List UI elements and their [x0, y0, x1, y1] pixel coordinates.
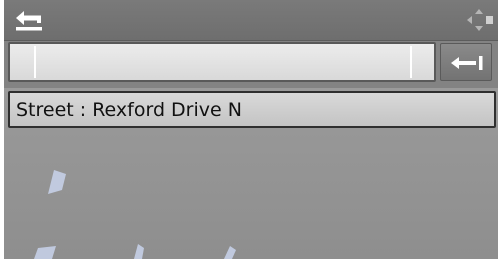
- back-button[interactable]: [10, 6, 50, 34]
- result-item-label: Street : Rexford Drive N: [16, 98, 242, 121]
- header-bar: [4, 0, 498, 41]
- four-way-nav-icon: [467, 9, 493, 31]
- enter-button[interactable]: [440, 43, 492, 81]
- back-arrow-icon: [16, 11, 42, 31]
- results-list: Street : Rexford Drive N: [4, 88, 498, 259]
- result-item[interactable]: Street : Rexford Drive N: [8, 91, 496, 128]
- nav-search-screen: Street : Rexford Drive N: [0, 0, 498, 259]
- search-input[interactable]: [8, 42, 436, 82]
- enter-return-icon: [451, 56, 483, 70]
- nav-hint: [464, 6, 494, 34]
- search-input-row: [4, 40, 498, 85]
